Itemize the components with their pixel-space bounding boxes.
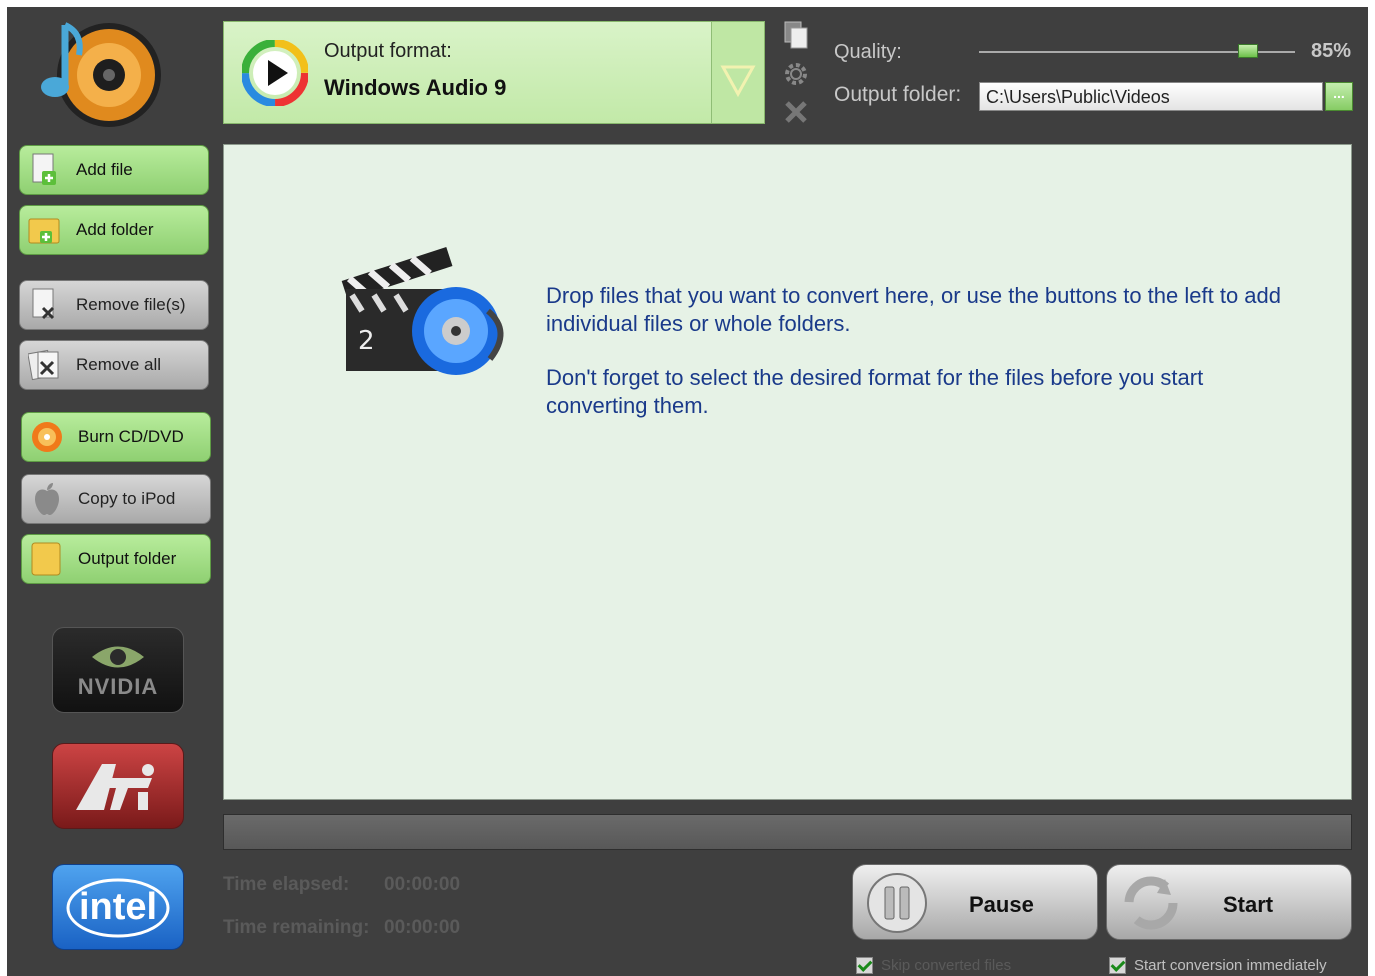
ati-logo <box>52 743 184 829</box>
remove-file-icon <box>26 286 64 324</box>
remove-files-button[interactable]: Remove file(s) <box>19 280 209 330</box>
checkbox-check-icon <box>1109 957 1126 974</box>
start-immediately-checkbox[interactable]: Start conversion immediately <box>1109 957 1327 974</box>
time-remaining-value: 00:00:00 <box>384 917 461 938</box>
remove-all-label: Remove all <box>76 355 162 374</box>
remove-all-icon <box>26 346 64 384</box>
quality-slider-thumb[interactable] <box>1238 44 1258 58</box>
copy-ipod-label: Copy to iPod <box>78 489 176 508</box>
svg-text:2: 2 <box>358 326 375 356</box>
remove-all-button[interactable]: Remove all <box>19 340 209 390</box>
drop-zone[interactable]: 2 Drop files that you want to convert he… <box>223 144 1352 800</box>
start-label: Start <box>1223 892 1274 917</box>
chevron-down-icon <box>720 65 756 98</box>
add-file-icon <box>26 151 64 189</box>
checkbox-check-icon <box>856 957 873 974</box>
format-dropdown-button[interactable] <box>711 22 764 123</box>
pause-label: Pause <box>969 892 1034 917</box>
time-remaining-label: Time remaining: <box>223 917 370 938</box>
add-file-button[interactable]: Add file <box>19 145 209 195</box>
quality-value: 85% <box>1311 40 1352 62</box>
output-format-selector[interactable]: Output format: Windows Audio 9 <box>223 21 765 124</box>
pause-button[interactable]: Pause <box>852 864 1098 940</box>
output-folder-label: Output folder <box>78 549 177 568</box>
time-elapsed-label: Time elapsed: <box>223 874 350 895</box>
output-folder-button[interactable]: Output folder <box>21 534 211 584</box>
format-reminder-text: Don't forget to select the desired forma… <box>546 365 1204 418</box>
intel-logo: intel <box>52 864 184 950</box>
close-icon[interactable] <box>783 99 809 125</box>
remove-files-label: Remove file(s) <box>76 295 186 314</box>
add-file-label: Add file <box>76 160 133 179</box>
copy-settings-icon[interactable] <box>783 21 809 51</box>
add-folder-label: Add folder <box>76 220 154 239</box>
output-format-value: Windows Audio 9 <box>324 75 507 100</box>
browse-folder-button[interactable]: ... <box>1325 82 1353 111</box>
gear-icon[interactable] <box>783 61 809 87</box>
quality-label: Quality: <box>834 41 902 63</box>
time-elapsed-value: 00:00:00 <box>384 874 461 895</box>
windows-media-icon <box>241 39 309 107</box>
app-window: Add file Add folder Remove file(s) Remov… <box>7 7 1368 976</box>
drop-instructions-text: Drop files that you want to convert here… <box>546 283 1281 336</box>
skip-converted-checkbox[interactable]: Skip converted files <box>856 957 1011 974</box>
nvidia-eye-icon <box>92 646 144 668</box>
nvidia-logo: NVIDIA <box>52 627 184 713</box>
pause-icon <box>865 871 929 935</box>
burn-disc-icon <box>28 418 66 456</box>
app-logo <box>35 15 165 131</box>
output-folder-field-label: Output folder: <box>834 83 962 106</box>
start-button[interactable]: Start <box>1106 864 1352 940</box>
add-folder-icon <box>26 211 64 249</box>
quality-slider[interactable] <box>979 42 1295 62</box>
output-folder-input[interactable]: C:\Users\Public\Videos <box>979 82 1323 111</box>
apple-icon <box>28 480 66 518</box>
refresh-icon <box>1119 871 1183 935</box>
add-folder-button[interactable]: Add folder <box>19 205 209 255</box>
burn-cd-dvd-button[interactable]: Burn CD/DVD <box>21 412 211 462</box>
video-clapper-icon: 2 <box>338 231 518 381</box>
folder-icon <box>28 540 66 578</box>
copy-to-ipod-button[interactable]: Copy to iPod <box>21 474 211 524</box>
output-format-label: Output format: <box>324 40 452 62</box>
conversion-progress-bar <box>223 814 1352 850</box>
burn-label: Burn CD/DVD <box>78 427 184 446</box>
